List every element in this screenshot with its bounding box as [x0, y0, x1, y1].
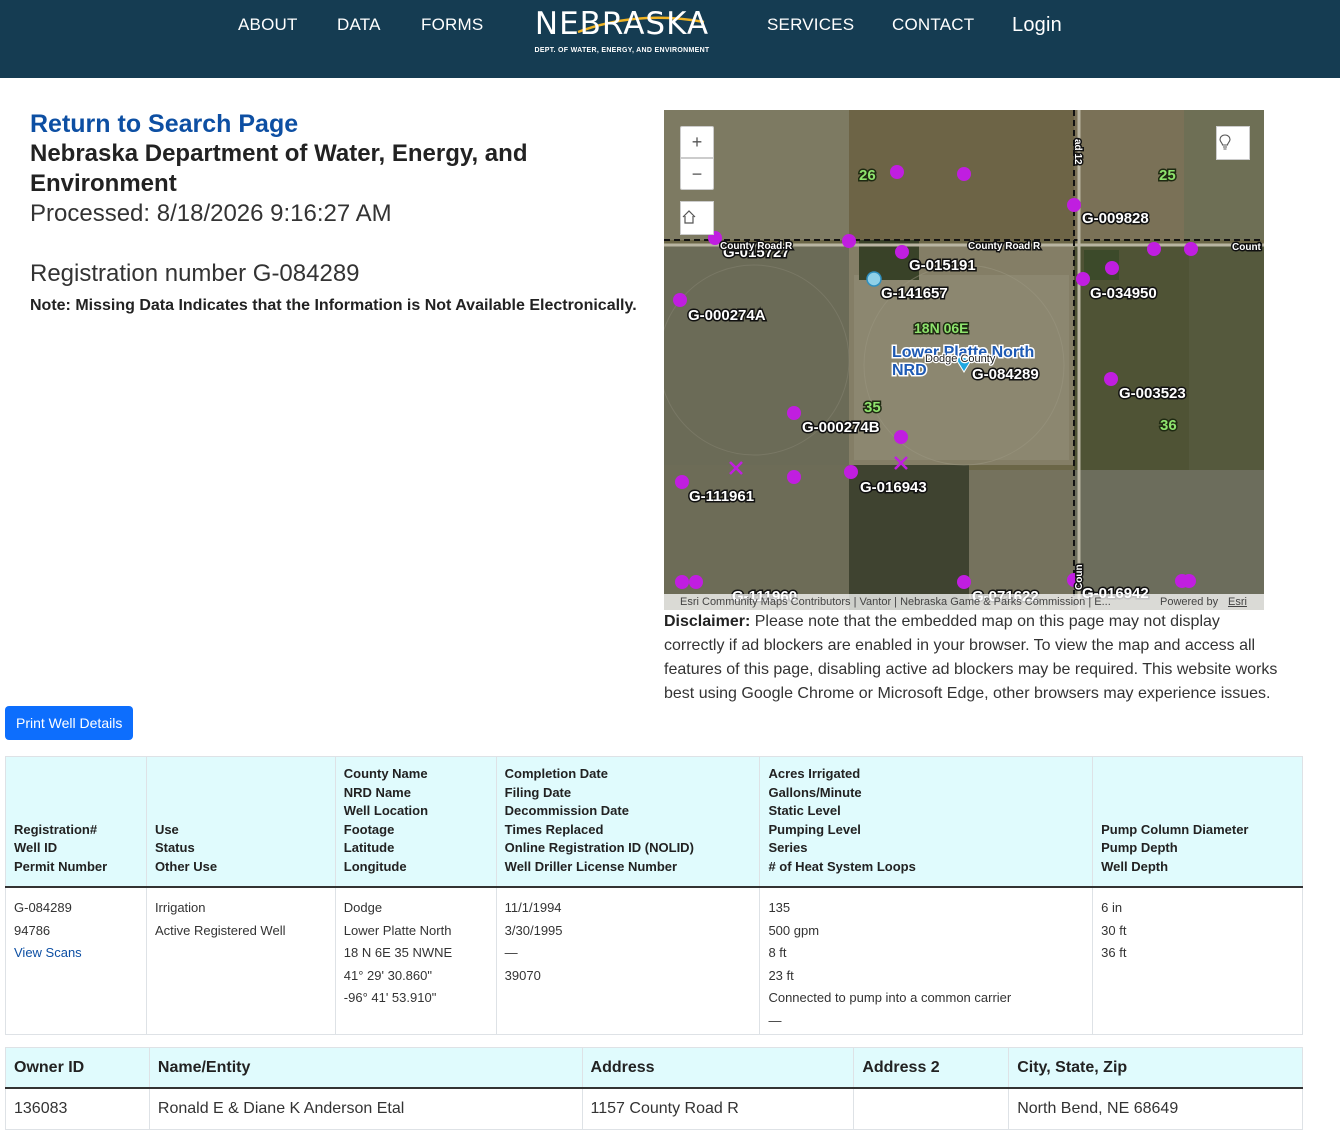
home-button[interactable]: [680, 201, 714, 235]
zoom-in-button[interactable]: +: [680, 126, 714, 158]
map-label-sec-26: 26: [859, 167, 876, 184]
map-attribution: Esri Community Maps Contributors | Vanto…: [664, 594, 1264, 610]
header-address: Address: [581, 1047, 854, 1089]
organization-name: Nebraska Department of Water, Energy, an…: [30, 140, 528, 197]
map-label-road-left: County Road R: [720, 241, 793, 252]
logo-subtitle: DEPT. OF WATER, ENERGY, AND ENVIRONMENT: [534, 47, 710, 54]
nav-forms[interactable]: FORMS: [421, 15, 483, 35]
header-city-state-zip: City, State, Zip: [1008, 1047, 1303, 1089]
map-label-road-bottom: Coun: [1074, 564, 1085, 590]
header-use: Use Status Other Use: [145, 756, 336, 888]
well-table-header-row: Registration# Well ID Permit Number Use Sta…: [5, 756, 1303, 888]
map-label-road-edge: Count: [1232, 242, 1262, 253]
view-scans-link[interactable]: View Scans: [14, 942, 138, 965]
map-label-w9: G-000274B: [802, 419, 880, 436]
cell-name-entity: Ronald E & Diane K Anderson Etal: [148, 1088, 583, 1130]
header-dates: Completion Date Filing Date Decommission D…: [495, 756, 760, 888]
nav-contact[interactable]: CONTACT: [892, 15, 974, 35]
print-well-details-button[interactable]: Print Well Details: [5, 706, 134, 740]
map-label-w3: G-015191: [909, 257, 976, 274]
map-label-w4: G-141657: [881, 285, 948, 302]
map-label-w8: G-003523: [1119, 385, 1186, 402]
nebraska-logo[interactable]: NEBRASKA DEPT. OF WATER, ENERGY, AND ENV…: [522, 6, 722, 62]
disclaimer-label: Disclaimer:: [664, 613, 751, 630]
cell-owner-id: 136083: [5, 1088, 150, 1130]
map-label-w10: G-111961: [689, 488, 754, 505]
powered-by-text: Powered by: [1160, 596, 1219, 608]
table-row: G-084289 94786 View Scans Irrigation Act…: [5, 887, 1303, 1035]
table-row: 136083 Ronald E & Diane K Anderson Etal …: [5, 1088, 1303, 1130]
return-to-search-link[interactable]: Return to Search Page: [30, 110, 650, 139]
nav-data[interactable]: DATA: [337, 15, 381, 35]
zoom-out-button[interactable]: −: [680, 158, 714, 190]
header-location: County Name NRD Name Well Location Footage L…: [334, 756, 497, 888]
disclaimer-text: Please note that the embedded map on thi…: [664, 613, 1278, 702]
cell-location: Dodge Lower Platte North 18 N 6E 35 NWNE…: [334, 887, 497, 1035]
nav-services[interactable]: SERVICES: [767, 15, 854, 35]
esri-link[interactable]: Esri: [1228, 594, 1247, 610]
header-owner-id: Owner ID: [5, 1047, 150, 1089]
nav-about[interactable]: ABOUT: [238, 15, 298, 35]
logo-wordmark: NEBRASKA: [534, 6, 710, 42]
map-label-w6: G-000274A: [688, 307, 766, 324]
well-header: Return to Search Page Nebraska Departmen…: [30, 110, 650, 315]
header-registration: Registration# Well ID Permit Number: [5, 756, 147, 888]
cell-address: 1157 County Road R: [581, 1088, 854, 1130]
cell-registration: G-084289 94786 View Scans: [5, 887, 147, 1035]
processed-timestamp: Processed: 8/18/2026 9:16:27 AM: [30, 200, 392, 227]
map-label-sec-36: 36: [1160, 417, 1177, 434]
map-label-w11: G-016943: [860, 479, 927, 496]
owner-table: Owner ID Name/Entity Address Address 2 C…: [5, 1047, 1303, 1130]
owner-table-header-row: Owner ID Name/Entity Address Address 2 C…: [5, 1047, 1303, 1089]
map-label-sec-25: 25: [1159, 167, 1176, 184]
map-imagery[interactable]: ad 12 G-009828 G-015727 G-015191 G-14165…: [664, 110, 1264, 610]
header-address-2: Address 2: [853, 1047, 1009, 1089]
cell-pump: 6 in 30 ft 36 ft: [1092, 887, 1303, 1035]
map-label-nrd-suffix: NRD: [892, 362, 927, 379]
map-label-township: 18N 06E: [914, 320, 968, 336]
attribution-text: Esri Community Maps Contributors | Vanto…: [680, 596, 1111, 608]
header-name-entity: Name/Entity: [148, 1047, 583, 1089]
cell-use: Irrigation Active Registered Well: [145, 887, 336, 1035]
lightbulb-icon: [1219, 134, 1231, 150]
map-label-county: Dodge County: [925, 353, 996, 365]
map-label-w5: G-034950: [1090, 285, 1157, 302]
well-location-map[interactable]: ad 12 G-009828 G-015727 G-015191 G-14165…: [664, 110, 1264, 610]
header-pump: Pump Column Diameter Pump Depth Well Depth: [1092, 756, 1303, 888]
missing-data-note: Note: Missing Data Indicates that the In…: [30, 297, 637, 314]
home-icon: [682, 210, 696, 224]
cell-capacity: 135 500 gpm 8 ft 23 ft Connected to pump…: [759, 887, 1093, 1035]
cell-address-2: [853, 1088, 1009, 1130]
nav-login[interactable]: Login: [1012, 14, 1062, 37]
map-label-w1: G-009828: [1082, 210, 1149, 227]
registration-number: Registration number G-084289: [30, 260, 360, 287]
header-capacity: Acres Irrigated Gallons/Minute Static Leve…: [759, 756, 1093, 888]
well-details-table: Registration# Well ID Permit Number Use Sta…: [5, 756, 1303, 1035]
cell-dates: 11/1/1994 3/30/1995 — 39070: [495, 887, 760, 1035]
map-label-road-top: ad 12: [1072, 139, 1083, 165]
top-navigation-bar: ABOUT DATA FORMS NEBRASKA DEPT. OF WATER…: [0, 0, 1340, 78]
cell-city-state-zip: North Bend, NE 68649: [1008, 1088, 1303, 1130]
map-disclaimer: Disclaimer: Please note that the embedde…: [664, 610, 1284, 706]
basemap-toggle-button[interactable]: [1216, 126, 1250, 160]
map-label-w7: G-084289: [972, 366, 1039, 383]
map-label-sec-35: 35: [864, 399, 881, 416]
map-label-road-right: County Road R: [968, 241, 1041, 252]
